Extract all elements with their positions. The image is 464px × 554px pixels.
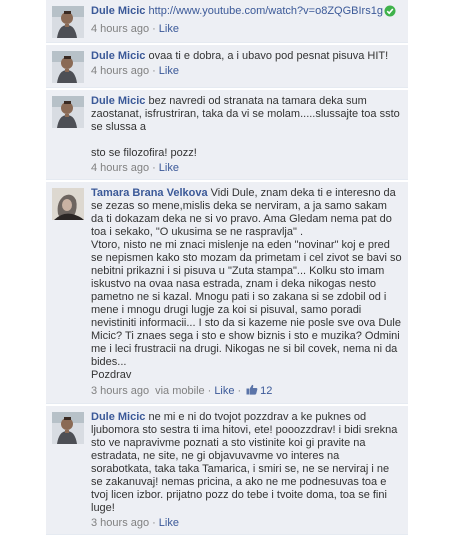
comment-time[interactable]: 4 hours ago xyxy=(91,162,149,175)
comment-time[interactable]: 4 hours ago xyxy=(91,65,149,78)
author-name[interactable]: Dule Micic xyxy=(91,5,145,17)
separator: · xyxy=(152,65,156,77)
comment: Dule Micic ovaa ti e dobra, a i ubavo po… xyxy=(46,45,408,88)
like-count[interactable]: 12 xyxy=(260,385,272,398)
author-name[interactable]: Tamara Brana Velkova xyxy=(91,187,208,199)
thumbs-up-icon[interactable] xyxy=(246,384,258,399)
like-button[interactable]: Like xyxy=(214,385,234,398)
comment-time[interactable]: 3 hours ago xyxy=(91,385,149,398)
avatar[interactable] xyxy=(52,51,84,83)
separator: · xyxy=(152,23,156,35)
separator: · xyxy=(152,162,156,174)
avatar[interactable] xyxy=(52,6,84,38)
comment: Dule Micic bez navredi od stranata na ta… xyxy=(46,90,408,180)
comment: Dule Micic ne mi e ni do tvojot pozzdrav… xyxy=(46,406,408,535)
comment-text: ne mi e ni do tvojot pozzdrav a ke pukne… xyxy=(91,411,398,514)
comment-list: Dule Micic http://www.youtube.com/watch?… xyxy=(46,0,408,537)
avatar[interactable] xyxy=(52,188,84,220)
like-button[interactable]: Like xyxy=(159,23,179,36)
separator: · xyxy=(207,385,212,397)
author-name[interactable]: Dule Micic xyxy=(91,50,145,62)
separator: · xyxy=(152,517,156,529)
via-mobile: via mobile xyxy=(155,385,205,397)
check-circle-icon xyxy=(384,5,396,21)
like-button[interactable]: Like xyxy=(159,65,179,78)
author-name[interactable]: Dule Micic xyxy=(91,411,145,423)
comment: Tamara Brana Velkova Vidi Dule, znam dek… xyxy=(46,182,408,404)
comment-time[interactable]: 4 hours ago xyxy=(91,23,149,36)
like-button[interactable]: Like xyxy=(159,162,179,175)
comment-text: ovaa ti e dobra, a i ubavo pod pesnat pi… xyxy=(148,50,389,62)
comment-link[interactable]: http://www.youtube.com/watch?v=o8ZQGBIrs… xyxy=(148,5,382,17)
comment: Dule Micic http://www.youtube.com/watch?… xyxy=(46,0,408,43)
avatar[interactable] xyxy=(52,96,84,128)
avatar[interactable] xyxy=(52,412,84,444)
comment-text: Vidi Dule, znam deka ti e interesno da s… xyxy=(91,187,402,381)
comment-time[interactable]: 3 hours ago xyxy=(91,517,149,530)
like-button[interactable]: Like xyxy=(159,517,179,530)
separator: · xyxy=(237,385,242,397)
author-name[interactable]: Dule Micic xyxy=(91,95,145,107)
